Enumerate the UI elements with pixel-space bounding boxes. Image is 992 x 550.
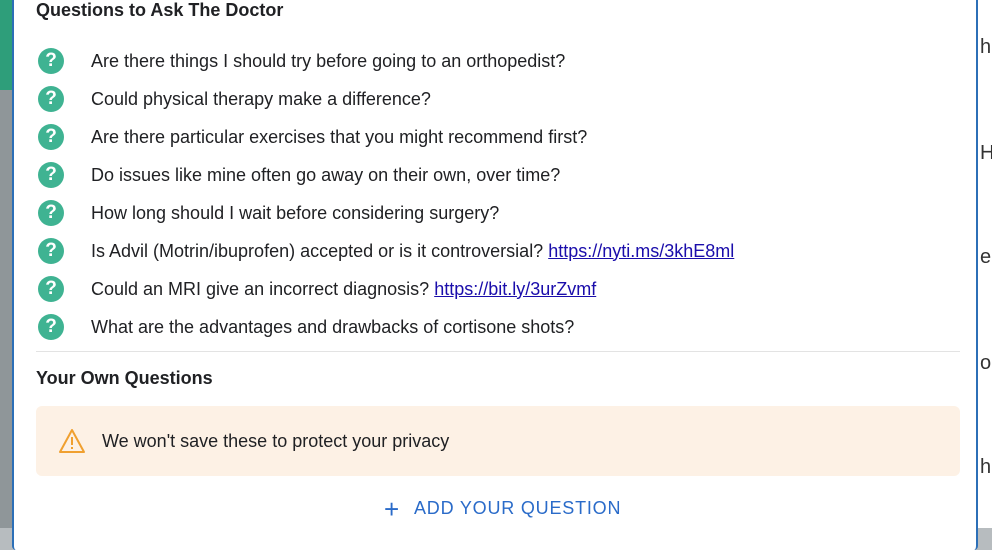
question-item: ? Are there things I should try before g… xyxy=(38,42,958,80)
questions-section-title: Questions to Ask The Doctor xyxy=(36,0,284,20)
question-reference-link[interactable]: https://nyti.ms/3khE8ml xyxy=(548,241,734,262)
question-text: How long should I wait before considerin… xyxy=(91,202,500,223)
privacy-notice: We won't save these to protect your priv… xyxy=(36,406,960,476)
question-item: ? How long should I wait before consider… xyxy=(38,194,958,232)
question-text: Is Advil (Motrin/ibuprofen) accepted or … xyxy=(91,240,544,261)
question-item: ? Could physical therapy make a differen… xyxy=(38,80,958,118)
own-questions-section-title: Your Own Questions xyxy=(36,368,213,388)
question-reference-link[interactable]: https://bit.ly/3urZvmf xyxy=(434,279,596,300)
question-list: ? Are there things I should try before g… xyxy=(38,42,958,346)
question-item: ? Could an MRI give an incorrect diagnos… xyxy=(38,270,958,308)
question-text: What are the advantages and drawbacks of… xyxy=(91,316,575,337)
question-item: ? Do issues like mine often go away on t… xyxy=(38,156,958,194)
question-text: Do issues like mine often go away on the… xyxy=(91,164,561,185)
section-divider xyxy=(36,351,960,352)
background-text-fragment: H xyxy=(980,142,992,164)
background-text-fragment: h xyxy=(980,36,992,58)
warning-icon xyxy=(59,429,85,453)
question-item: ? What are the advantages and drawbacks … xyxy=(38,308,958,346)
question-mark-icon: ? xyxy=(38,238,64,264)
background-right-panel: h H e o h xyxy=(977,0,992,528)
background-text-fragment: o xyxy=(980,352,992,374)
question-mark-icon: ? xyxy=(38,124,64,150)
question-item: ? Is Advil (Motrin/ibuprofen) accepted o… xyxy=(38,232,958,270)
question-text: Could an MRI give an incorrect diagnosis… xyxy=(91,278,430,299)
question-mark-icon: ? xyxy=(38,314,64,340)
question-mark-icon: ? xyxy=(38,276,64,302)
question-mark-icon: ? xyxy=(38,48,64,74)
question-text: Are there particular exercises that you … xyxy=(91,126,588,147)
question-text: Are there things I should try before goi… xyxy=(91,50,566,71)
plus-icon: + xyxy=(384,493,400,524)
privacy-notice-text: We won't save these to protect your priv… xyxy=(102,430,450,451)
background-text-fragment: h xyxy=(980,456,992,478)
doctor-questions-dialog: Questions to Ask The Doctor ? Are there … xyxy=(12,0,978,550)
question-mark-icon: ? xyxy=(38,162,64,188)
add-question-label: ADD YOUR QUESTION xyxy=(413,498,622,518)
question-mark-icon: ? xyxy=(38,200,64,226)
add-your-question-button[interactable]: + ADD YOUR QUESTION xyxy=(384,493,622,524)
question-text: Could physical therapy make a difference… xyxy=(91,88,431,109)
background-text-fragment: e xyxy=(980,246,992,268)
question-mark-icon: ? xyxy=(38,86,64,112)
question-item: ? Are there particular exercises that yo… xyxy=(38,118,958,156)
